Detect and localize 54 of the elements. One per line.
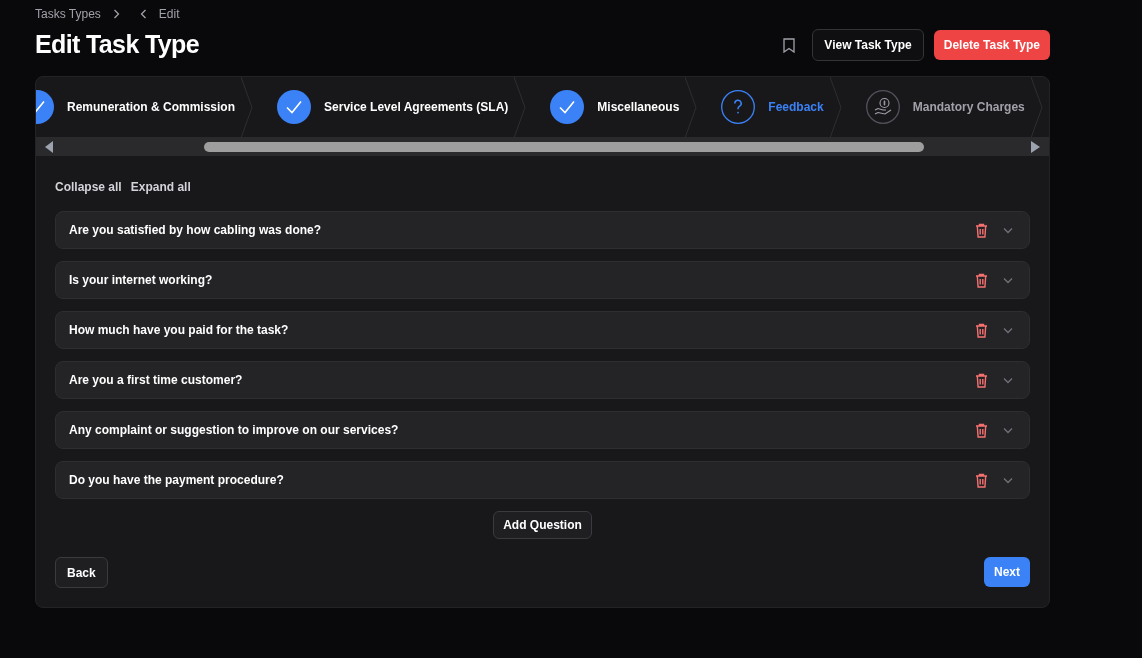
- chevron-left-icon: [139, 9, 147, 19]
- question-row[interactable]: Do you have the payment procedure?: [55, 461, 1030, 499]
- wizard-step[interactable]: Remuneration & Commission: [36, 77, 242, 137]
- step-divider-icon: [514, 77, 527, 137]
- question-row[interactable]: Any complaint or suggestion to improve on our services?: [55, 411, 1030, 449]
- trash-icon[interactable]: [975, 372, 988, 388]
- back-button[interactable]: Back: [55, 557, 108, 588]
- question-row[interactable]: Are you a first time customer?: [55, 361, 1030, 399]
- next-button[interactable]: Next: [984, 557, 1030, 587]
- question-text: Is your internet working?: [69, 272, 214, 289]
- add-question-button[interactable]: Add Question: [493, 511, 592, 539]
- step-divider-icon: [1030, 77, 1043, 137]
- step-divider-icon: [685, 77, 698, 137]
- coin-hand-icon: [865, 90, 900, 124]
- trash-icon[interactable]: [975, 472, 988, 488]
- question-text: Are you a first time customer?: [69, 372, 244, 389]
- view-button[interactable]: View Task Type: [812, 29, 924, 61]
- question-text: Are you satisfied by how cabling was done?: [69, 222, 323, 239]
- question-text: Do you have the payment procedure?: [69, 472, 285, 489]
- trash-icon[interactable]: [975, 222, 988, 238]
- check-circle-icon: [277, 90, 312, 124]
- question-row[interactable]: Are you satisfied by how cabling was done?: [55, 211, 1030, 249]
- chevron-right-icon: [112, 9, 120, 19]
- wizard-step[interactable]: Service Level Agreements (SLA): [253, 77, 515, 137]
- wizard-step[interactable]: Mandatory Charges: [841, 77, 1031, 137]
- chevron-down-icon[interactable]: [1003, 376, 1013, 384]
- trash-icon[interactable]: [975, 422, 988, 438]
- scroll-right-icon[interactable]: [1031, 140, 1040, 153]
- question-row[interactable]: Is your internet working?: [55, 261, 1030, 299]
- horizontal-scrollbar[interactable]: [36, 137, 1049, 156]
- delete-button[interactable]: Delete Task Type: [933, 30, 1050, 60]
- question-text: How much have you paid for the task?: [69, 322, 290, 339]
- step-divider-icon: [829, 77, 842, 137]
- chevron-down-icon[interactable]: [1003, 476, 1013, 484]
- wizard-step[interactable]: Miscellaneous: [526, 77, 686, 137]
- chevron-down-icon[interactable]: [1003, 326, 1013, 334]
- step-divider-icon: [241, 77, 254, 137]
- collapse-all-link[interactable]: Collapse all: [55, 178, 122, 196]
- check-circle-icon: [550, 90, 585, 124]
- chevron-down-icon[interactable]: [1003, 276, 1013, 284]
- breadcrumb-link[interactable]: Tasks Types: [35, 5, 101, 23]
- trash-icon[interactable]: [975, 322, 988, 338]
- bookmark-icon[interactable]: [783, 37, 796, 53]
- trash-icon[interactable]: [975, 272, 988, 288]
- page-title: Edit Task Type: [35, 29, 199, 61]
- wizard-step[interactable]: Feedback: [697, 77, 830, 137]
- scroll-left-icon[interactable]: [45, 140, 54, 153]
- breadcrumb-current: Edit: [158, 6, 180, 23]
- expand-all-link[interactable]: Expand all: [130, 178, 191, 196]
- question-row[interactable]: How much have you paid for the task?: [55, 311, 1030, 349]
- chevron-down-icon[interactable]: [1003, 426, 1013, 434]
- question-circle-icon: [721, 90, 756, 124]
- chevron-down-icon[interactable]: [1003, 226, 1013, 234]
- question-text: Any complaint or suggestion to improve on our services?: [69, 422, 400, 439]
